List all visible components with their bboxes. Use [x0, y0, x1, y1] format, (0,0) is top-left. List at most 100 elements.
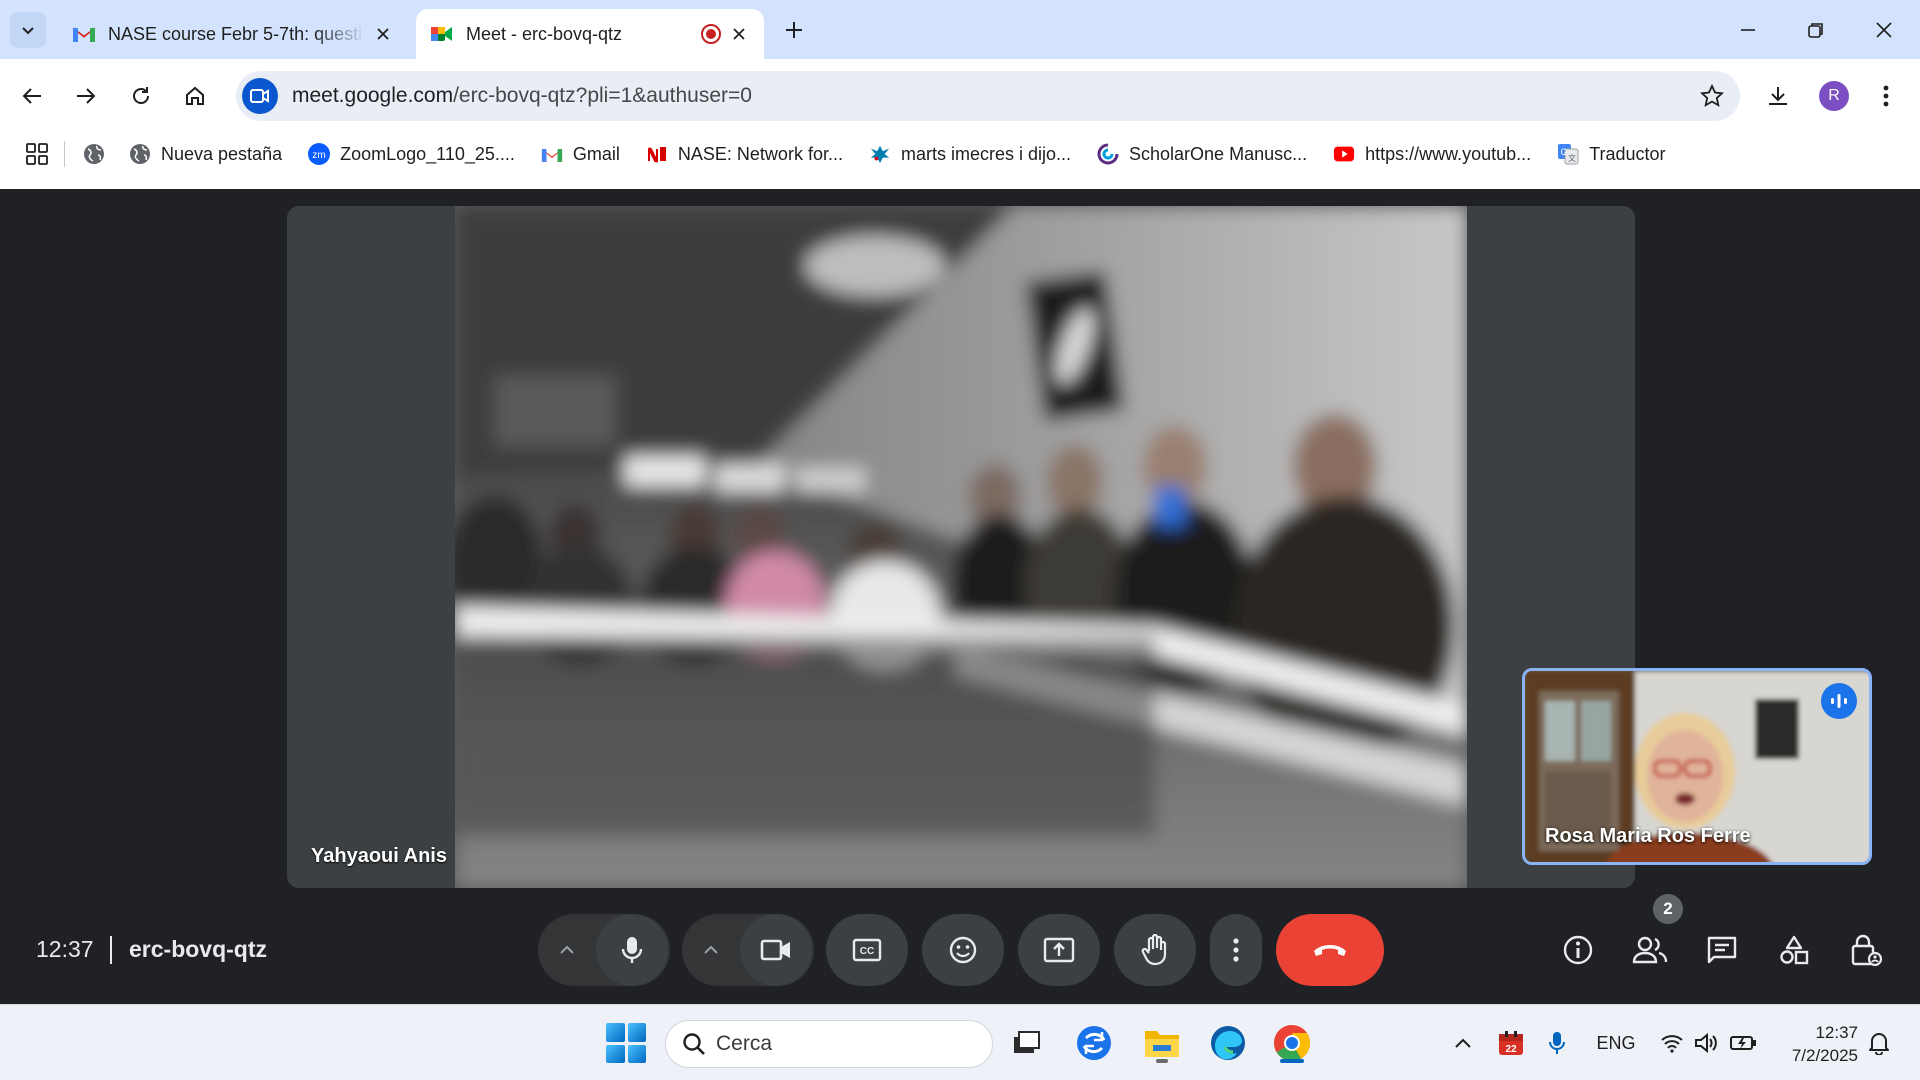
bookmark-label: Traductor — [1589, 143, 1666, 164]
minimize-button[interactable] — [1728, 12, 1768, 48]
people-icon — [1632, 936, 1668, 964]
windows-taskbar: Cerca 22 ENG 12:37 7/2/2025 — [0, 1004, 1920, 1080]
raise-hand-button[interactable] — [1114, 914, 1196, 986]
bookmark-nueva-pestana[interactable]: Nueva pestaña — [129, 137, 282, 171]
audio-options-button[interactable] — [538, 914, 596, 986]
nase-icon — [646, 143, 668, 165]
taskbar-search-box[interactable]: Cerca — [665, 1020, 993, 1068]
emoji-icon — [949, 936, 977, 964]
participant-count-badge: 2 — [1653, 894, 1683, 924]
close-icon — [1876, 22, 1892, 38]
calendar-badge: 22 — [1505, 1044, 1517, 1055]
battery-status[interactable] — [1728, 1027, 1758, 1059]
host-controls-button[interactable] — [1840, 924, 1892, 976]
taskbar-chrome[interactable] — [1270, 1021, 1314, 1065]
profile-button[interactable]: R — [1814, 76, 1854, 116]
participant-tile-main[interactable]: Yahyaoui Anis — [287, 206, 1635, 888]
windows-logo-tile — [606, 1023, 625, 1042]
battery-charging-icon — [1730, 1036, 1756, 1050]
bookmark-globe[interactable] — [83, 137, 115, 171]
calendar-app-tray[interactable]: 22 — [1494, 1027, 1528, 1059]
kebab-menu-icon — [1883, 85, 1889, 107]
taskbar-edge[interactable] — [1206, 1021, 1250, 1065]
wifi-status[interactable] — [1658, 1027, 1686, 1059]
forward-button[interactable] — [66, 76, 106, 116]
caixabank-icon — [869, 143, 891, 165]
downloads-button[interactable] — [1758, 76, 1798, 116]
bookmark-label: ZoomLogo_110_25.... — [340, 143, 515, 164]
system-clock[interactable]: 12:37 7/2/2025 — [1760, 1021, 1858, 1067]
download-icon — [1769, 87, 1787, 105]
youtube-icon — [1333, 143, 1355, 165]
gmail-icon — [541, 143, 563, 165]
chrome-icon — [1274, 1025, 1311, 1061]
chat-button[interactable] — [1696, 924, 1748, 976]
browser-menu-button[interactable] — [1866, 76, 1906, 116]
shapes-icon — [1780, 935, 1809, 965]
start-button[interactable] — [606, 1023, 646, 1063]
bookmark-zoomlogo[interactable]: zm ZoomLogo_110_25.... — [308, 137, 515, 171]
bookmark-marts[interactable]: marts imecres i dijo... — [869, 137, 1071, 171]
bookmarks-bar: Nueva pestaña zm ZoomLogo_110_25.... Gma… — [0, 131, 1920, 177]
bookmark-scholarone[interactable]: ScholarOne Manusc... — [1097, 137, 1307, 171]
wifi-icon — [1661, 1035, 1683, 1053]
self-view-tile[interactable]: Rosa Maria Ros Ferre — [1522, 668, 1872, 865]
tab-meet[interactable]: Meet - erc-bovq-qtz — [416, 9, 764, 59]
activities-button[interactable] — [1768, 924, 1820, 976]
reload-button[interactable] — [121, 76, 161, 116]
notifications-button[interactable] — [1864, 1027, 1894, 1059]
bookmark-label: NASE: Network for... — [677, 143, 843, 164]
tab-close-button[interactable] — [372, 23, 394, 45]
taskbar-file-explorer[interactable] — [1140, 1021, 1184, 1065]
camera-button[interactable] — [740, 914, 812, 986]
svg-text:文: 文 — [1568, 153, 1576, 163]
bookmark-label: ScholarOne Manusc... — [1129, 143, 1308, 164]
video-control-group — [682, 914, 814, 986]
tab-close-button[interactable] — [728, 23, 750, 45]
show-hidden-icons-button[interactable] — [1448, 1027, 1478, 1059]
address-bar[interactable]: meet.google.com/erc-bovq-qtz?pli=1&authu… — [236, 71, 1740, 121]
volume-status[interactable] — [1692, 1027, 1722, 1059]
lock-person-icon — [1851, 934, 1882, 967]
translate-icon: G文 — [1557, 143, 1579, 165]
captions-button[interactable]: CC — [826, 914, 908, 986]
restore-button[interactable] — [1796, 12, 1836, 48]
microphone-button[interactable] — [596, 914, 668, 986]
audio-control-group — [538, 914, 670, 986]
leave-call-button[interactable] — [1276, 914, 1384, 986]
bookmark-nase[interactable]: NASE: Network for... — [646, 137, 843, 171]
meeting-details-button[interactable] — [1552, 924, 1604, 976]
tab-gmail[interactable]: NASE course Febr 5-7th: questi — [58, 9, 408, 59]
taskbar-task-view[interactable] — [1004, 1021, 1048, 1065]
video-options-button[interactable] — [682, 914, 740, 986]
tab-search-button[interactable] — [10, 12, 46, 48]
apps-button[interactable] — [26, 137, 48, 171]
site-info-button[interactable] — [242, 78, 278, 114]
microphone-tray-button[interactable] — [1542, 1027, 1572, 1059]
self-participant-name: Rosa Maria Ros Ferre — [1545, 825, 1751, 847]
input-language-button[interactable]: ENG — [1594, 1027, 1638, 1059]
taskbar-app-sync[interactable] — [1072, 1021, 1116, 1065]
info-icon — [1563, 935, 1593, 965]
bookmark-traductor[interactable]: G文 Traductor — [1557, 137, 1666, 171]
people-button[interactable] — [1624, 924, 1676, 976]
more-options-button[interactable] — [1210, 914, 1262, 986]
url-path: /erc-bovq-qtz?pli=1&authuser=0 — [453, 84, 752, 107]
bookmark-star-button[interactable] — [1694, 78, 1730, 114]
windows-logo-tile — [627, 1044, 646, 1063]
close-window-button[interactable] — [1864, 12, 1904, 48]
task-view-icon — [1014, 1031, 1040, 1053]
new-tab-button[interactable] — [780, 16, 808, 44]
back-button[interactable] — [12, 76, 52, 116]
home-button[interactable] — [175, 76, 215, 116]
bookmark-youtube[interactable]: https://www.youtub... — [1333, 137, 1531, 171]
bookmark-gmail[interactable]: Gmail — [541, 137, 620, 171]
browser-tab-strip: NASE course Febr 5-7th: questi Meet - er… — [0, 0, 1920, 59]
bookmark-label: marts imecres i dijo... — [900, 143, 1072, 164]
participant-video — [455, 206, 1467, 888]
meet-stage: Yahyaoui Anis Rosa Maria Ros Ferre 12:37… — [0, 189, 1920, 1004]
present-screen-button[interactable] — [1018, 914, 1100, 986]
microphone-icon — [621, 937, 643, 963]
video-camera-icon — [250, 89, 269, 103]
reactions-button[interactable] — [922, 914, 1004, 986]
